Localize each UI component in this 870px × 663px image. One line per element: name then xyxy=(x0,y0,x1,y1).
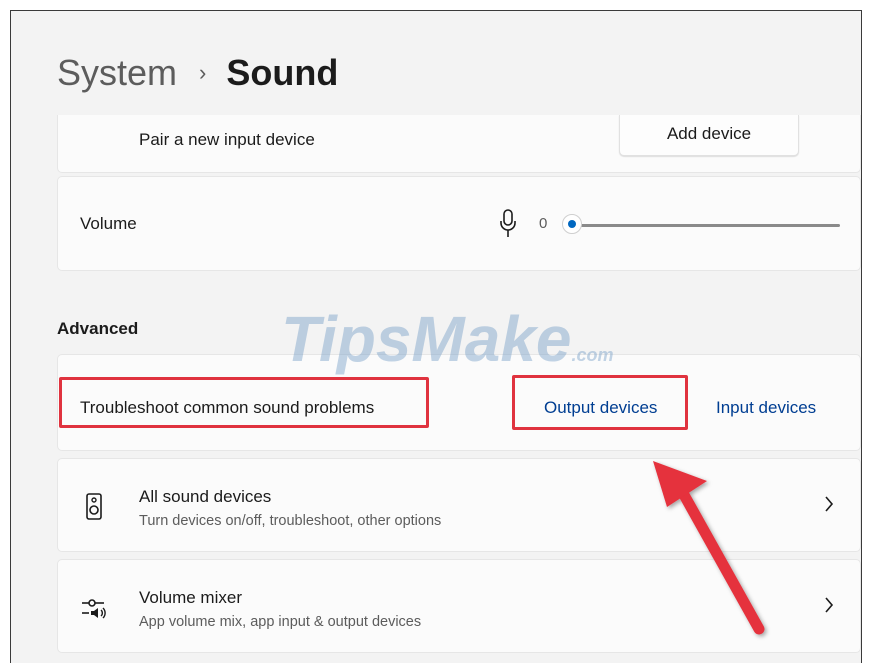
all-sound-devices-title: All sound devices xyxy=(139,487,272,506)
volume-slider[interactable] xyxy=(562,213,840,237)
all-sound-devices-subtitle: Turn devices on/off, troubleshoot, other… xyxy=(139,513,442,529)
mixer-icon xyxy=(82,599,106,619)
input-devices-link[interactable]: Input devices xyxy=(716,398,816,418)
red-arrow-annotation xyxy=(653,461,765,635)
breadcrumb-separator-icon: › xyxy=(199,60,207,85)
troubleshoot-highlight-box xyxy=(59,377,429,428)
volume-slider-thumb[interactable] xyxy=(562,214,582,234)
pair-device-label: Pair a new input device xyxy=(139,130,315,149)
chevron-right-icon[interactable] xyxy=(824,495,834,513)
volume-slider-track[interactable] xyxy=(572,224,840,227)
page-title: Sound xyxy=(226,52,339,93)
output-devices-highlight-box xyxy=(512,375,688,430)
speaker-icon xyxy=(86,493,102,520)
breadcrumb-system[interactable]: System xyxy=(57,51,177,95)
advanced-section-title: Advanced xyxy=(57,319,139,338)
pair-input-device-card: Pair a new input device Add device xyxy=(57,115,861,173)
volume-mixer-subtitle: App volume mix, app input & output devic… xyxy=(139,614,422,630)
input-volume-card: Volume 0 xyxy=(57,176,861,271)
volume-label: Volume xyxy=(80,214,137,233)
volume-mixer-title: Volume mixer xyxy=(139,588,242,607)
volume-value: 0 xyxy=(539,215,548,232)
breadcrumb: System › Sound xyxy=(57,51,338,95)
add-device-button[interactable]: Add device xyxy=(619,115,799,156)
settings-window: System › Sound Pair a new input device A… xyxy=(10,10,862,663)
microphone-icon[interactable] xyxy=(500,209,516,239)
chevron-right-icon[interactable] xyxy=(824,596,834,614)
